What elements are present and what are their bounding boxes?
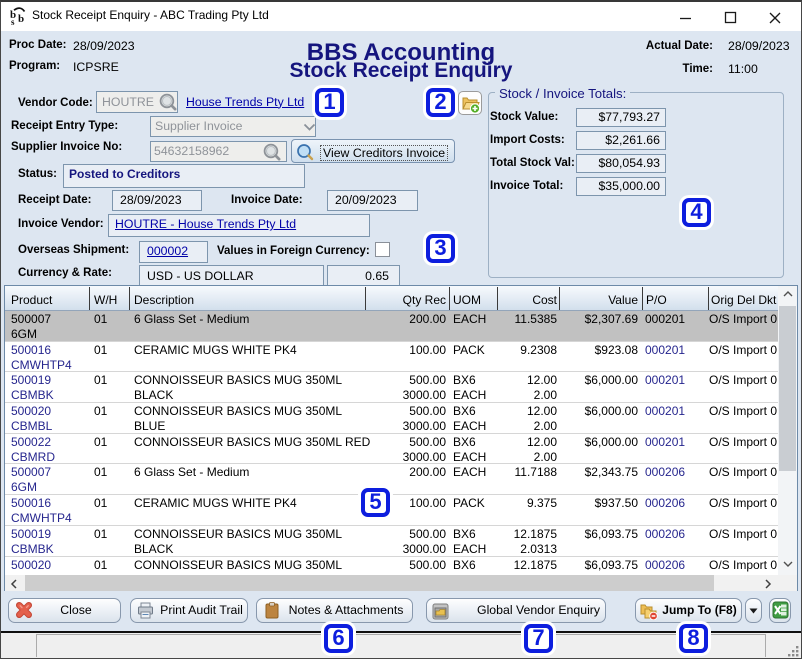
svg-text:b: b [18, 13, 24, 25]
svg-text:s: s [11, 17, 15, 25]
